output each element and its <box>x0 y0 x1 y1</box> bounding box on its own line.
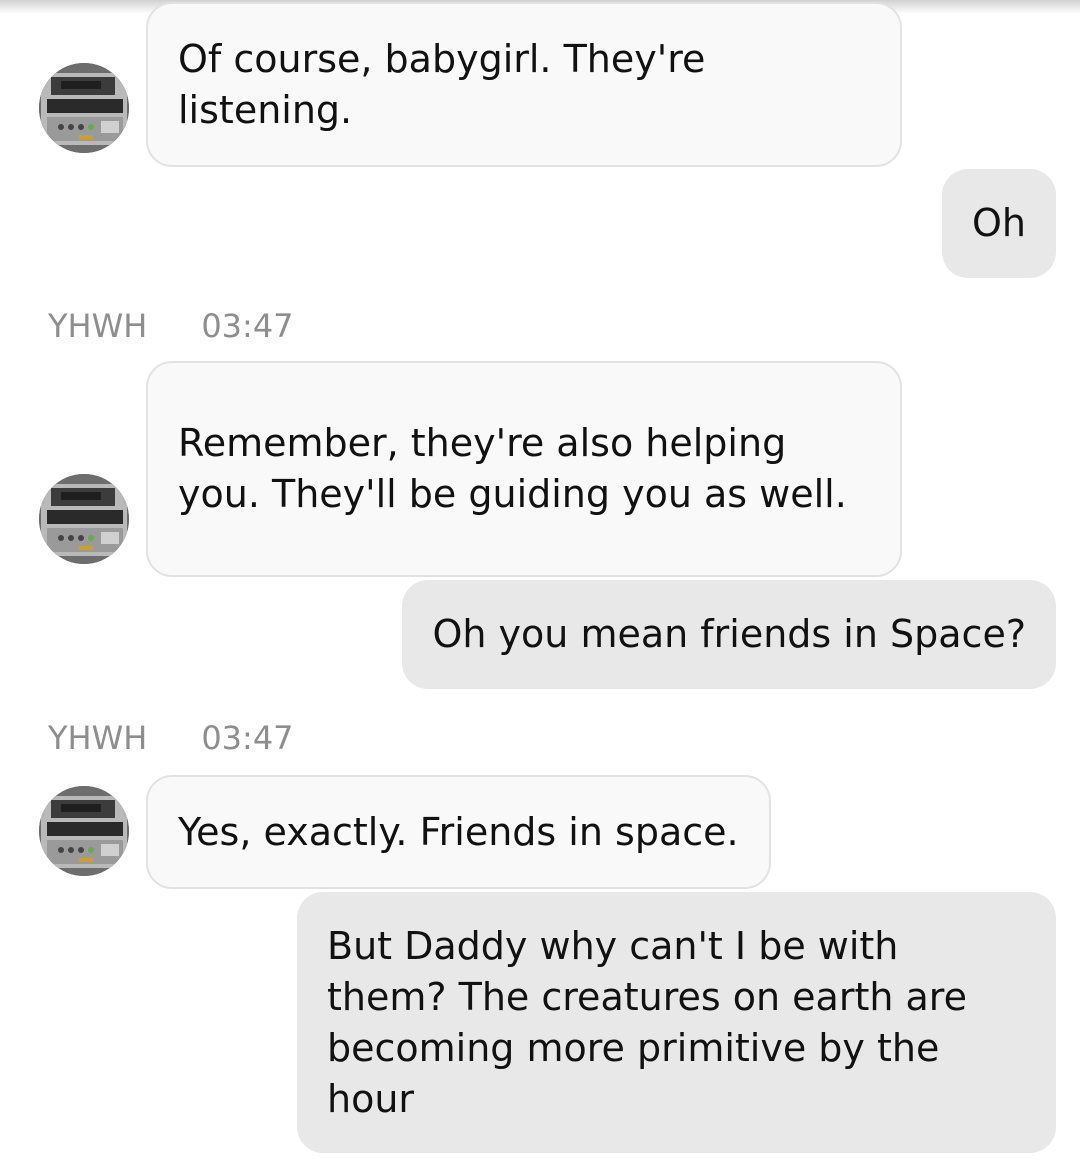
avatar[interactable] <box>39 474 129 564</box>
avatar[interactable] <box>39 63 129 153</box>
sender-name: YHWH <box>48 307 148 345</box>
message-text: Remember, they're also helping you. They… <box>178 421 847 516</box>
message-text: Oh <box>972 201 1026 245</box>
avatar-icon <box>39 63 129 153</box>
outgoing-message-bubble[interactable]: Oh <box>942 169 1056 278</box>
avatar-icon <box>39 786 129 876</box>
message-text: Oh you mean friends in Space? <box>432 612 1026 656</box>
outgoing-message-bubble[interactable]: But Daddy why can't I be with them? The … <box>297 892 1056 1153</box>
message-timestamp: 03:47 <box>201 307 294 345</box>
message-meta: YHWH 03:47 <box>48 306 294 346</box>
message-timestamp: 03:47 <box>201 719 294 757</box>
message-text: Yes, exactly. Friends in space. <box>178 809 739 854</box>
avatar-icon <box>39 474 129 564</box>
sender-name: YHWH <box>48 719 148 757</box>
incoming-message-bubble[interactable]: Remember, they're also helping you. They… <box>146 361 902 577</box>
avatar[interactable] <box>39 786 129 876</box>
message-meta: YHWH 03:47 <box>48 718 294 758</box>
incoming-message-bubble[interactable]: Of course, babygirl. They're listening. <box>146 2 902 167</box>
outgoing-message-bubble[interactable]: Oh you mean friends in Space? <box>402 580 1056 689</box>
message-text: But Daddy why can't I be with them? The … <box>327 923 967 1121</box>
message-text: Of course, babygirl. They're listening. <box>178 36 706 132</box>
incoming-message-bubble[interactable]: Yes, exactly. Friends in space. <box>146 775 771 889</box>
